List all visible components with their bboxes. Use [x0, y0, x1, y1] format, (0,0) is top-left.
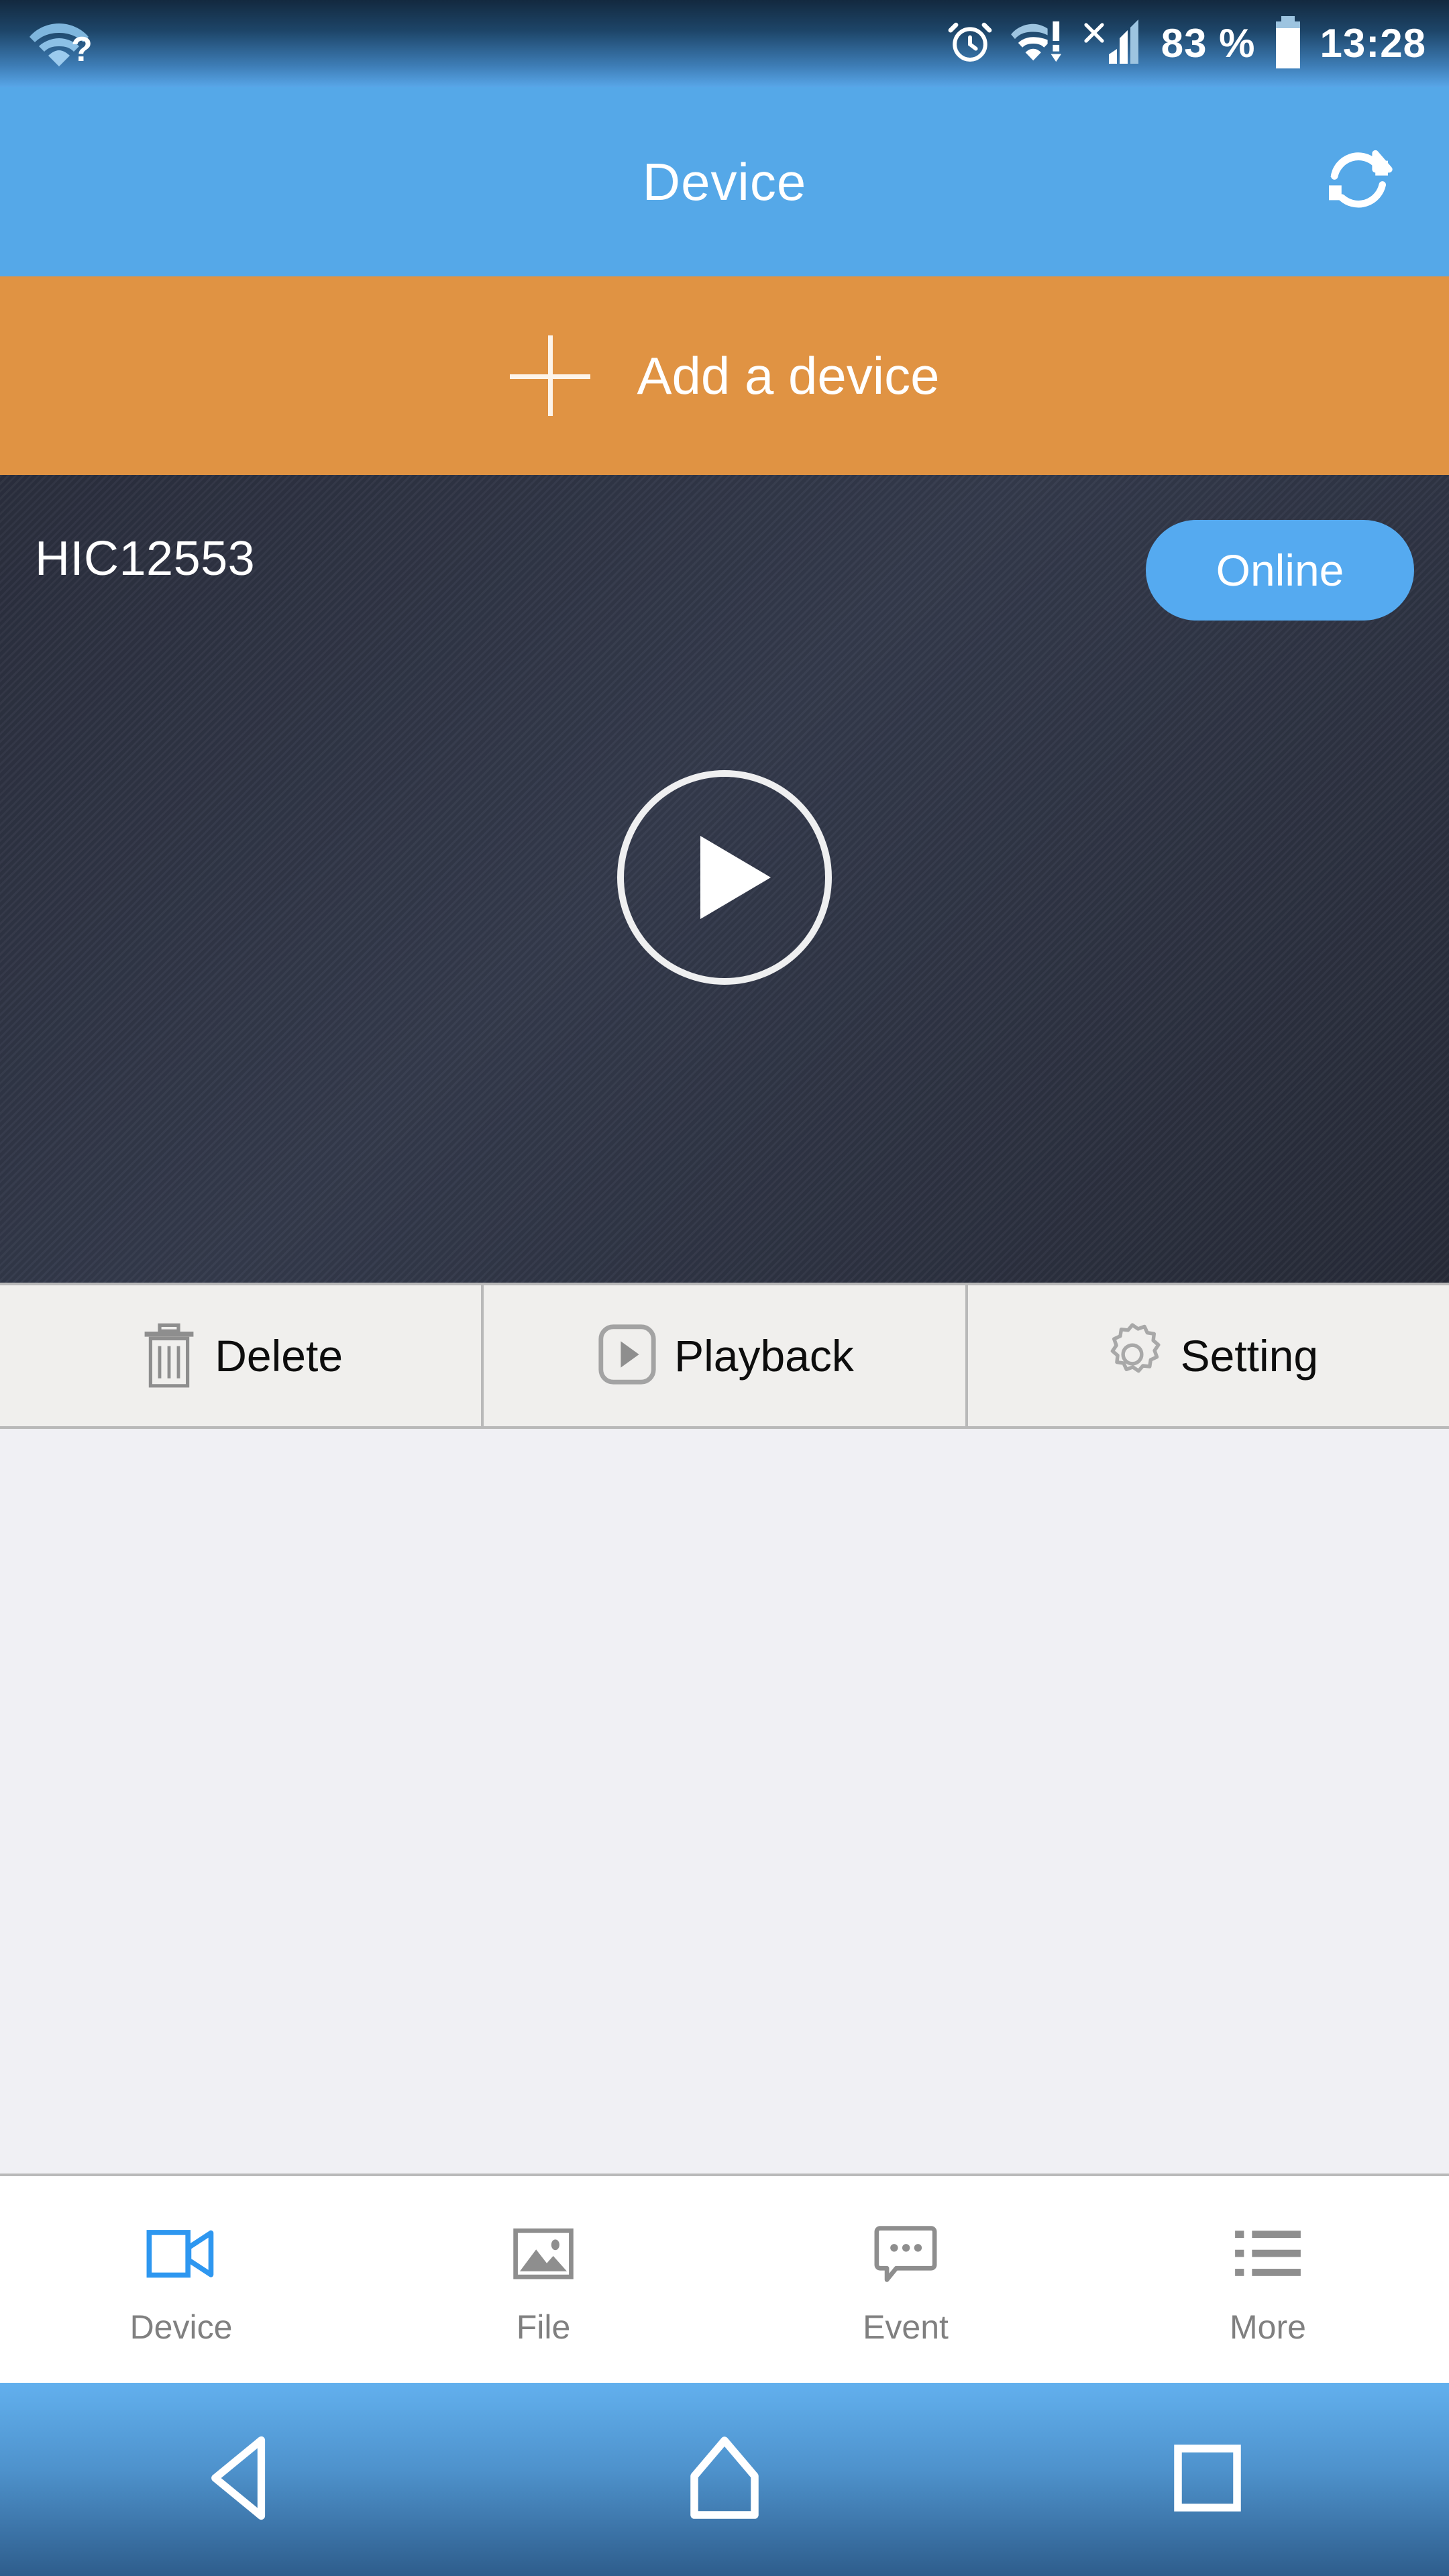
- image-icon: [511, 2218, 576, 2290]
- status-bar-left: ?: [27, 15, 93, 72]
- trash-icon: [138, 1318, 200, 1394]
- tab-event-label: Event: [863, 2308, 949, 2346]
- tab-file[interactable]: File: [362, 2176, 724, 2383]
- page-title: Device: [642, 152, 807, 211]
- back-triangle-icon: [205, 2434, 278, 2525]
- setting-label: Setting: [1180, 1331, 1319, 1381]
- status-bar-right: 83 % 13:28: [945, 15, 1426, 73]
- status-bar: ? 83 % 13:28: [0, 0, 1449, 87]
- recents-square-icon: [1171, 2441, 1244, 2518]
- play-icon: [700, 836, 771, 919]
- play-button[interactable]: [617, 770, 832, 985]
- tab-device[interactable]: Device: [0, 2176, 362, 2383]
- svg-text:?: ?: [71, 30, 91, 69]
- app-header: Device: [0, 87, 1449, 276]
- list-icon: [1232, 2218, 1303, 2290]
- nav-back-button[interactable]: [174, 2412, 309, 2546]
- wifi-question-icon: ?: [27, 15, 93, 72]
- setting-button[interactable]: Setting: [968, 1285, 1449, 1426]
- tab-event[interactable]: Event: [724, 2176, 1087, 2383]
- plus-icon: [509, 335, 590, 416]
- bottom-tab-bar: Device File Event More: [0, 2174, 1449, 2383]
- device-name: HIC12553: [35, 532, 256, 586]
- playback-label: Playback: [674, 1331, 854, 1381]
- tab-file-label: File: [516, 2308, 571, 2346]
- battery-icon: [1271, 15, 1305, 73]
- device-action-row: Delete Playback Setting: [0, 1283, 1449, 1429]
- delete-button[interactable]: Delete: [0, 1285, 484, 1426]
- app-screen: ? 83 % 13:28 Device Add a device HIC1255…: [0, 0, 1449, 2576]
- wifi-alert-icon: [1010, 19, 1067, 69]
- add-device-label: Add a device: [637, 345, 940, 405]
- tab-more-label: More: [1230, 2308, 1306, 2346]
- refresh-icon: [1322, 144, 1395, 221]
- nav-home-button[interactable]: [657, 2412, 792, 2546]
- gear-icon: [1099, 1321, 1166, 1391]
- android-nav-bar: [0, 2383, 1449, 2576]
- alarm-clock-icon: [945, 17, 995, 70]
- speech-bubble-icon: [873, 2218, 938, 2290]
- device-list-empty-area: [0, 1432, 1449, 2174]
- add-device-button[interactable]: Add a device: [0, 276, 1449, 475]
- home-icon: [684, 2434, 765, 2525]
- camcorder-icon: [145, 2218, 217, 2290]
- tab-more[interactable]: More: [1087, 2176, 1449, 2383]
- no-sim-icon: [1082, 17, 1146, 70]
- playback-icon: [595, 1321, 659, 1391]
- tab-device-label: Device: [129, 2308, 233, 2346]
- clock-time: 13:28: [1320, 21, 1426, 66]
- status-badge[interactable]: Online: [1146, 520, 1414, 621]
- delete-label: Delete: [215, 1331, 343, 1381]
- nav-recents-button[interactable]: [1140, 2412, 1275, 2546]
- battery-percent: 83 %: [1161, 21, 1256, 66]
- playback-button[interactable]: Playback: [484, 1285, 968, 1426]
- refresh-button[interactable]: [1315, 138, 1402, 225]
